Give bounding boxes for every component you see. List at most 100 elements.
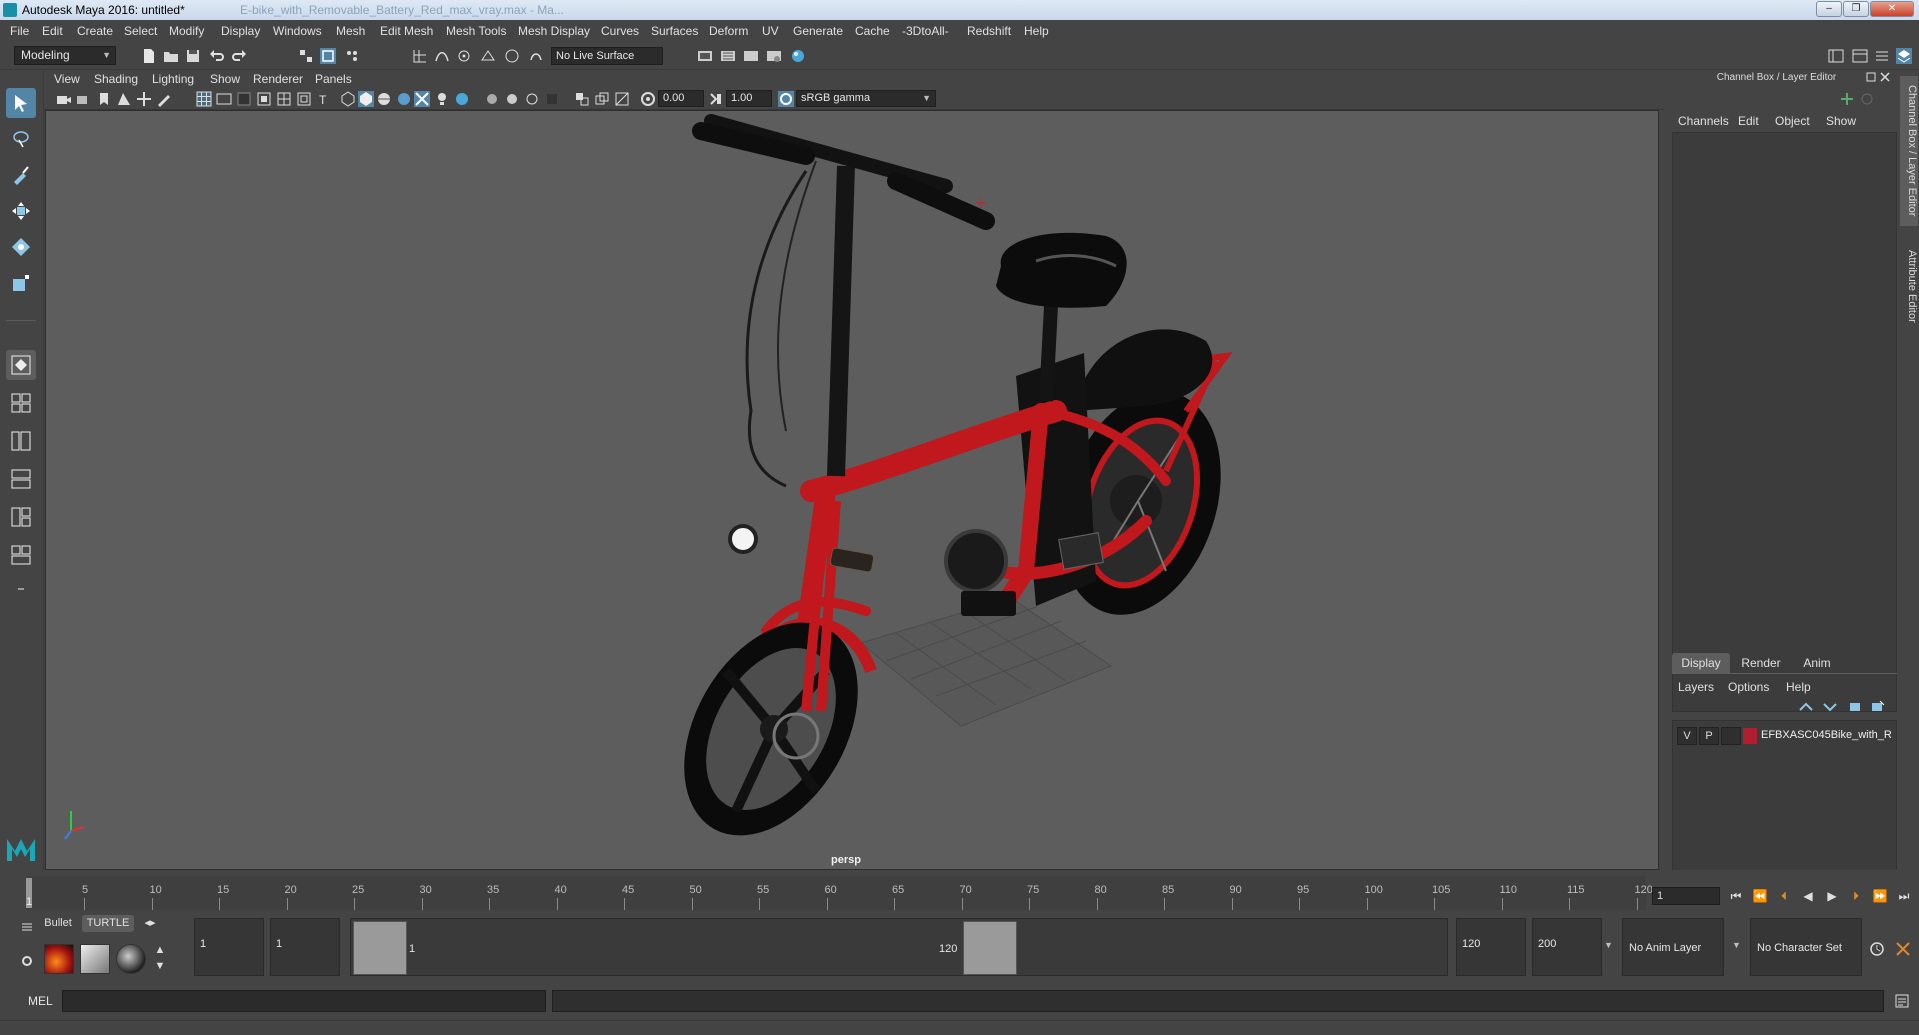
single-perspective-layout-button[interactable] [6, 350, 36, 380]
new-layer-selected-icon[interactable] [1870, 700, 1886, 714]
layer-options-menu[interactable]: Options [1728, 680, 1769, 694]
anti-aliasing-icon[interactable] [504, 91, 520, 107]
script-editor-icon[interactable] [1894, 993, 1910, 1009]
hypershade-layout-button[interactable] [6, 502, 36, 532]
playback-end-field[interactable]: 120 [1456, 918, 1526, 976]
go-to-end-button[interactable]: ⏭ [1896, 888, 1912, 904]
channel-box-manipulator-icon[interactable] [1860, 92, 1874, 106]
mode-dropdown[interactable]: Modeling ▼ [14, 46, 116, 65]
screen-space-ao-icon[interactable] [454, 91, 470, 107]
camera-attributes-icon[interactable] [76, 91, 92, 107]
viewport-menu-shading[interactable]: Shading [94, 72, 138, 86]
new-empty-layer-icon[interactable] [1848, 700, 1864, 714]
menu-display[interactable]: Display [221, 24, 260, 38]
safe-action-icon[interactable] [296, 91, 312, 107]
play-forwards-button[interactable]: ▶ [1824, 888, 1840, 904]
channels-object-menu[interactable]: Object [1775, 114, 1810, 128]
gate-mask-icon[interactable] [256, 91, 272, 107]
current-frame-field[interactable]: 1 [1652, 887, 1720, 905]
gamma-field[interactable]: 1.00 [726, 90, 772, 107]
scene-start-field[interactable]: 1 [194, 918, 264, 976]
four-view-layout-button[interactable] [6, 388, 36, 418]
close-panel-icon[interactable] [1880, 72, 1890, 82]
xray-components-icon[interactable] [614, 91, 630, 107]
new-scene-icon[interactable] [141, 48, 157, 64]
menu-3dtoall[interactable]: -3DtoAll- [902, 24, 949, 38]
move-layer-up-icon[interactable] [1798, 700, 1814, 714]
xray-joints-icon[interactable] [594, 91, 610, 107]
xray-icon[interactable] [574, 91, 590, 107]
tab-anim[interactable]: Anim [1792, 653, 1842, 673]
smooth-shade-icon[interactable] [358, 91, 374, 107]
menu-cache[interactable]: Cache [855, 24, 890, 38]
step-back-frame-button[interactable]: ⏴ [1776, 888, 1792, 904]
menu-edit-mesh[interactable]: Edit Mesh [380, 24, 433, 38]
select-tool-button[interactable] [6, 88, 36, 118]
channels-edit-menu[interactable]: Edit [1738, 114, 1759, 128]
viewport-menu-renderer[interactable]: Renderer [253, 72, 303, 86]
move-tool-button[interactable] [6, 196, 36, 226]
exposure-icon[interactable] [640, 91, 656, 107]
grease-pencil-icon[interactable] [156, 91, 172, 107]
select-hierarchy-icon[interactable] [298, 48, 314, 64]
modeling-toolkit-icon[interactable] [1874, 48, 1890, 64]
layer-row[interactable]: V P EFBXASC045Bike_with_R [1677, 727, 1893, 745]
side-tab-channel-box[interactable]: Channel Box / Layer Editor [1900, 76, 1918, 226]
float-panel-icon[interactable] [1866, 72, 1876, 82]
wireframe-on-shaded-icon[interactable] [376, 91, 392, 107]
safe-title-icon[interactable]: T [316, 91, 332, 107]
menu-windows[interactable]: Windows [273, 24, 322, 38]
shadows-icon[interactable] [434, 91, 450, 107]
gamma-icon[interactable] [708, 91, 724, 107]
menu-curves[interactable]: Curves [601, 24, 639, 38]
toggle-panel-icon[interactable] [1852, 48, 1868, 64]
ipr-render-icon[interactable] [743, 48, 759, 64]
camera-icon[interactable] [56, 91, 72, 107]
menu-create[interactable]: Create [77, 24, 113, 38]
side-tab-attribute-editor[interactable]: Attribute Editor [1900, 236, 1918, 336]
shelf-scroll-arrows[interactable]: ◂▸ [140, 915, 160, 932]
bookmark-icon[interactable] [96, 91, 112, 107]
image-plane-icon[interactable] [116, 91, 132, 107]
viewport-menu-view[interactable]: View [54, 72, 80, 86]
scale-tool-button[interactable] [6, 268, 36, 298]
exposure-field[interactable]: 0.00 [658, 90, 704, 107]
layer-playback-toggle[interactable]: P [1699, 727, 1719, 745]
tab-display[interactable]: Display [1672, 653, 1730, 673]
step-back-key-button[interactable]: ⏪ [1752, 888, 1768, 904]
use-all-lights-icon[interactable] [414, 91, 430, 107]
step-forward-key-button[interactable]: ⏩ [1872, 888, 1888, 904]
menu-mesh-display[interactable]: Mesh Display [518, 24, 590, 38]
color-space-dropdown[interactable]: sRGB gamma ▼ [796, 90, 936, 107]
persp-outliner-layout-button[interactable] [6, 426, 36, 456]
menu-uv[interactable]: UV [762, 24, 779, 38]
grid-toggle-icon[interactable] [196, 91, 212, 107]
menu-file[interactable]: File [10, 24, 29, 38]
make-live-icon[interactable] [528, 48, 544, 64]
field-chart-icon[interactable] [276, 91, 292, 107]
lasso-tool-button[interactable] [6, 124, 36, 154]
shelf-settings-icon[interactable] [20, 954, 34, 968]
step-forward-frame-button[interactable]: ⏵ [1848, 888, 1864, 904]
menu-modify[interactable]: Modify [169, 24, 204, 38]
menu-mesh-tools[interactable]: Mesh Tools [446, 24, 506, 38]
menu-help[interactable]: Help [1024, 24, 1049, 38]
shelf-menu-icon[interactable] [20, 920, 34, 934]
time-slider-track[interactable]: 1 5 10 15 20 25 30 35 40 45 50 55 60 65 70 75 80 85 90 95 1… [26, 876, 1653, 910]
render-settings-icon[interactable] [766, 48, 782, 64]
open-scene-icon[interactable] [163, 48, 179, 64]
chevron-down-icon[interactable]: ▼ [1604, 940, 1613, 950]
wireframe-icon[interactable] [340, 91, 356, 107]
rotate-tool-button[interactable] [6, 232, 36, 262]
character-set-dropdown[interactable]: No Character Set [1750, 918, 1862, 976]
menu-surfaces[interactable]: Surfaces [651, 24, 698, 38]
layer-display-type-toggle[interactable] [1721, 727, 1741, 745]
persp-graph-layout-button[interactable] [6, 464, 36, 494]
auto-key-icon[interactable] [1868, 940, 1886, 958]
command-input[interactable] [62, 990, 546, 1012]
turtle-render-icon[interactable] [44, 944, 74, 974]
animation-preferences-icon[interactable] [1894, 940, 1912, 958]
toolbox-collapse-button[interactable] [6, 578, 36, 600]
viewport-3d[interactable]: persp [45, 110, 1659, 870]
menu-redshift[interactable]: Redshift [967, 24, 1011, 38]
